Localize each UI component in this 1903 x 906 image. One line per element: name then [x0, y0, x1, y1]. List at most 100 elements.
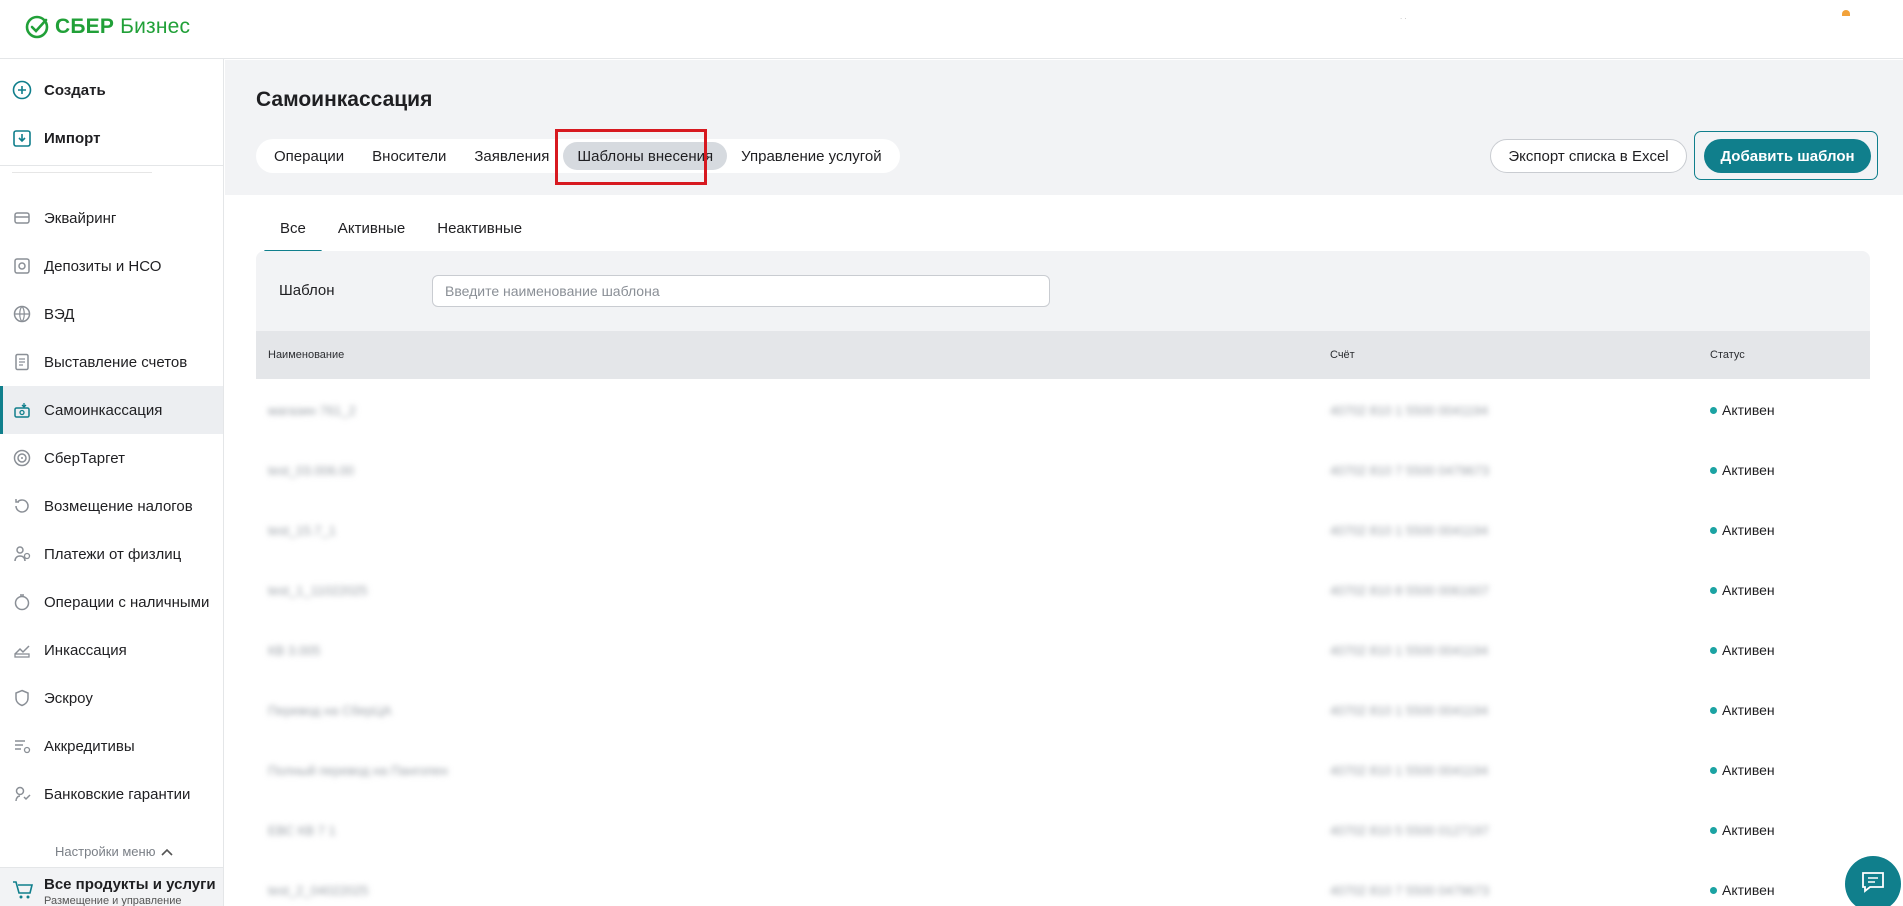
sidebar-item-label: Платежи от физлиц	[44, 545, 182, 563]
highlight-frame	[555, 129, 707, 185]
target-icon	[12, 448, 32, 468]
status-badge: Активен	[1710, 522, 1775, 538]
page-title: Самоинкассация	[256, 88, 433, 111]
tab-depositors[interactable]: Вносители	[358, 142, 460, 170]
table-row[interactable]: test_03.006.00 40702 810 7 5500 0479673 …	[256, 439, 1870, 499]
top-header: СБЕР Бизнес . .	[0, 0, 1903, 59]
acquiring-icon	[12, 208, 32, 228]
invoice-icon	[12, 352, 32, 372]
all-products-button[interactable]: Все продукты и услуги Размещение и управ…	[0, 867, 223, 906]
table-row[interactable]: магазин 761_2 40702 810 1 5500 0041194 А…	[256, 379, 1870, 439]
template-name: test_15.7_1	[268, 523, 336, 538]
globe-icon	[12, 304, 32, 324]
sidebar-item-collection[interactable]: Инкассация	[0, 626, 223, 674]
status-dot-icon	[1710, 826, 1717, 834]
table-row[interactable]: ЕВС КВ 7 1 40702 810 5 5500 0127197 Акти…	[256, 799, 1870, 859]
sidebar-item-self-collection[interactable]: Самоинкассация	[0, 386, 223, 434]
tab-operations[interactable]: Операции	[260, 142, 358, 170]
status-dot-icon	[1710, 646, 1717, 654]
sidebar-item-label: Выставление счетов	[44, 353, 188, 371]
template-name: Перевод на СберЦА	[268, 703, 392, 718]
sidebar-item-escrow[interactable]: Эскроу	[0, 674, 223, 722]
sidebar-item-sbertarget[interactable]: СберТаргет	[0, 434, 223, 482]
export-excel-button[interactable]: Экспорт списка в Excel	[1490, 139, 1687, 173]
tab-service-management[interactable]: Управление услугой	[727, 142, 896, 170]
template-name: Полный перевод на Пангопен	[268, 763, 448, 778]
notification-indicator[interactable]	[1842, 10, 1850, 16]
chevron-up-icon	[161, 848, 174, 856]
tab-applications[interactable]: Заявления	[460, 142, 563, 170]
table-row[interactable]: test_15.7_1 40702 810 1 5500 0041194 Акт…	[256, 499, 1870, 559]
plus-circle-icon	[12, 80, 32, 100]
all-products-label: Все продукты и услуги	[44, 876, 216, 893]
subtab-all[interactable]: Все	[264, 210, 322, 253]
guarantee-icon	[12, 784, 32, 804]
cart-icon	[12, 880, 34, 904]
sidebar-partial-item	[12, 172, 152, 178]
subtab-inactive[interactable]: Неактивные	[421, 210, 538, 250]
sidebar-item-invoicing[interactable]: Выставление счетов	[0, 338, 223, 386]
sidebar-item-label: Операции с наличными	[44, 593, 210, 611]
template-filter-label: Шаблон	[279, 282, 335, 299]
chat-support-button[interactable]	[1845, 856, 1901, 906]
sber-business-logo[interactable]: СБЕР Бизнес	[25, 15, 190, 39]
sidebar-item-cash-operations[interactable]: Операции с наличными	[0, 578, 223, 626]
template-account: 40702 810 5 5500 0127197	[1330, 823, 1490, 838]
filter-panel: Шаблон	[256, 251, 1870, 333]
add-template-button[interactable]: Добавить шаблон	[1704, 139, 1871, 173]
status-subtabs: Все Активные Неактивные	[264, 210, 538, 253]
cash-operations-icon	[12, 592, 32, 612]
table-header: Наименование Счёт Статус	[256, 331, 1870, 379]
sidebar-item-letters-of-credit[interactable]: Аккредитивы	[0, 722, 223, 770]
status-dot-icon	[1710, 406, 1717, 414]
sidebar: Создать Импорт Эквайринг Депозиты и НСО …	[0, 59, 224, 906]
template-name: магазин 761_2	[268, 403, 356, 418]
sidebar-item-label: Эквайринг	[44, 209, 117, 227]
template-name: КВ 3.005	[268, 643, 321, 658]
sidebar-item-tax-refund[interactable]: Возмещение налогов	[0, 482, 223, 530]
template-search-input[interactable]	[432, 275, 1050, 307]
sidebar-item-acquiring[interactable]: Эквайринг	[0, 194, 223, 242]
sidebar-import-button[interactable]: Импорт	[0, 114, 223, 162]
sidebar-create-button[interactable]: Создать	[0, 66, 223, 114]
sidebar-import-label: Импорт	[44, 129, 101, 147]
status-badge: Активен	[1710, 882, 1775, 898]
sber-logo-icon	[25, 15, 49, 39]
template-account: 40702 810 7 5500 0479673	[1330, 883, 1490, 898]
sidebar-item-label: СберТаргет	[44, 449, 125, 467]
status-dot-icon	[1710, 526, 1717, 534]
table-row[interactable]: Полный перевод на Пангопен 40702 810 1 5…	[256, 739, 1870, 799]
cash-box-icon	[12, 400, 32, 420]
column-header-account[interactable]: Счёт	[1330, 349, 1355, 361]
table-row[interactable]: Перевод на СберЦА 40702 810 1 5500 00411…	[256, 679, 1870, 739]
status-dot-icon	[1710, 466, 1717, 474]
template-name: test_03.006.00	[268, 463, 355, 478]
column-header-status[interactable]: Статус	[1710, 349, 1745, 361]
column-header-name[interactable]: Наименование	[268, 349, 344, 361]
person-payment-icon	[12, 544, 32, 564]
sidebar-item-deposits[interactable]: Депозиты и НСО	[0, 242, 223, 290]
table-row[interactable]: test_1_11022025 40702 810 8 5500 0061607…	[256, 559, 1870, 619]
sidebar-item-individual-payments[interactable]: Платежи от физлиц	[0, 530, 223, 578]
tax-refund-icon	[12, 496, 32, 516]
table-row[interactable]: КВ 3.005 40702 810 1 5500 0041194 Активе…	[256, 619, 1870, 679]
sidebar-item-label: Эскроу	[44, 689, 93, 707]
menu-settings-toggle[interactable]: Настройки меню	[55, 844, 174, 859]
chat-icon	[1862, 872, 1884, 893]
table-row[interactable]: test_2_04022025 40702 810 7 5500 0479673…	[256, 859, 1870, 906]
sidebar-item-bank-guarantees[interactable]: Банковские гарантии	[0, 770, 223, 818]
page-header: Самоинкассация Операции Вносители Заявле…	[225, 60, 1903, 195]
sidebar-item-label: Банковские гарантии	[44, 785, 191, 803]
status-badge: Активен	[1710, 702, 1775, 718]
template-account: 40702 810 8 5500 0061607	[1330, 583, 1490, 598]
status-dot-icon	[1710, 886, 1717, 894]
sidebar-item-label: Аккредитивы	[44, 737, 135, 755]
collection-icon	[12, 640, 32, 660]
status-dot-icon	[1710, 706, 1717, 714]
status-badge: Активен	[1710, 402, 1775, 418]
subtab-active[interactable]: Активные	[322, 210, 421, 250]
status-badge: Активен	[1710, 762, 1775, 778]
import-icon	[12, 128, 32, 148]
main-content: Самоинкассация Операции Вносители Заявле…	[225, 60, 1903, 906]
sidebar-item-ved[interactable]: ВЭД	[0, 290, 223, 338]
